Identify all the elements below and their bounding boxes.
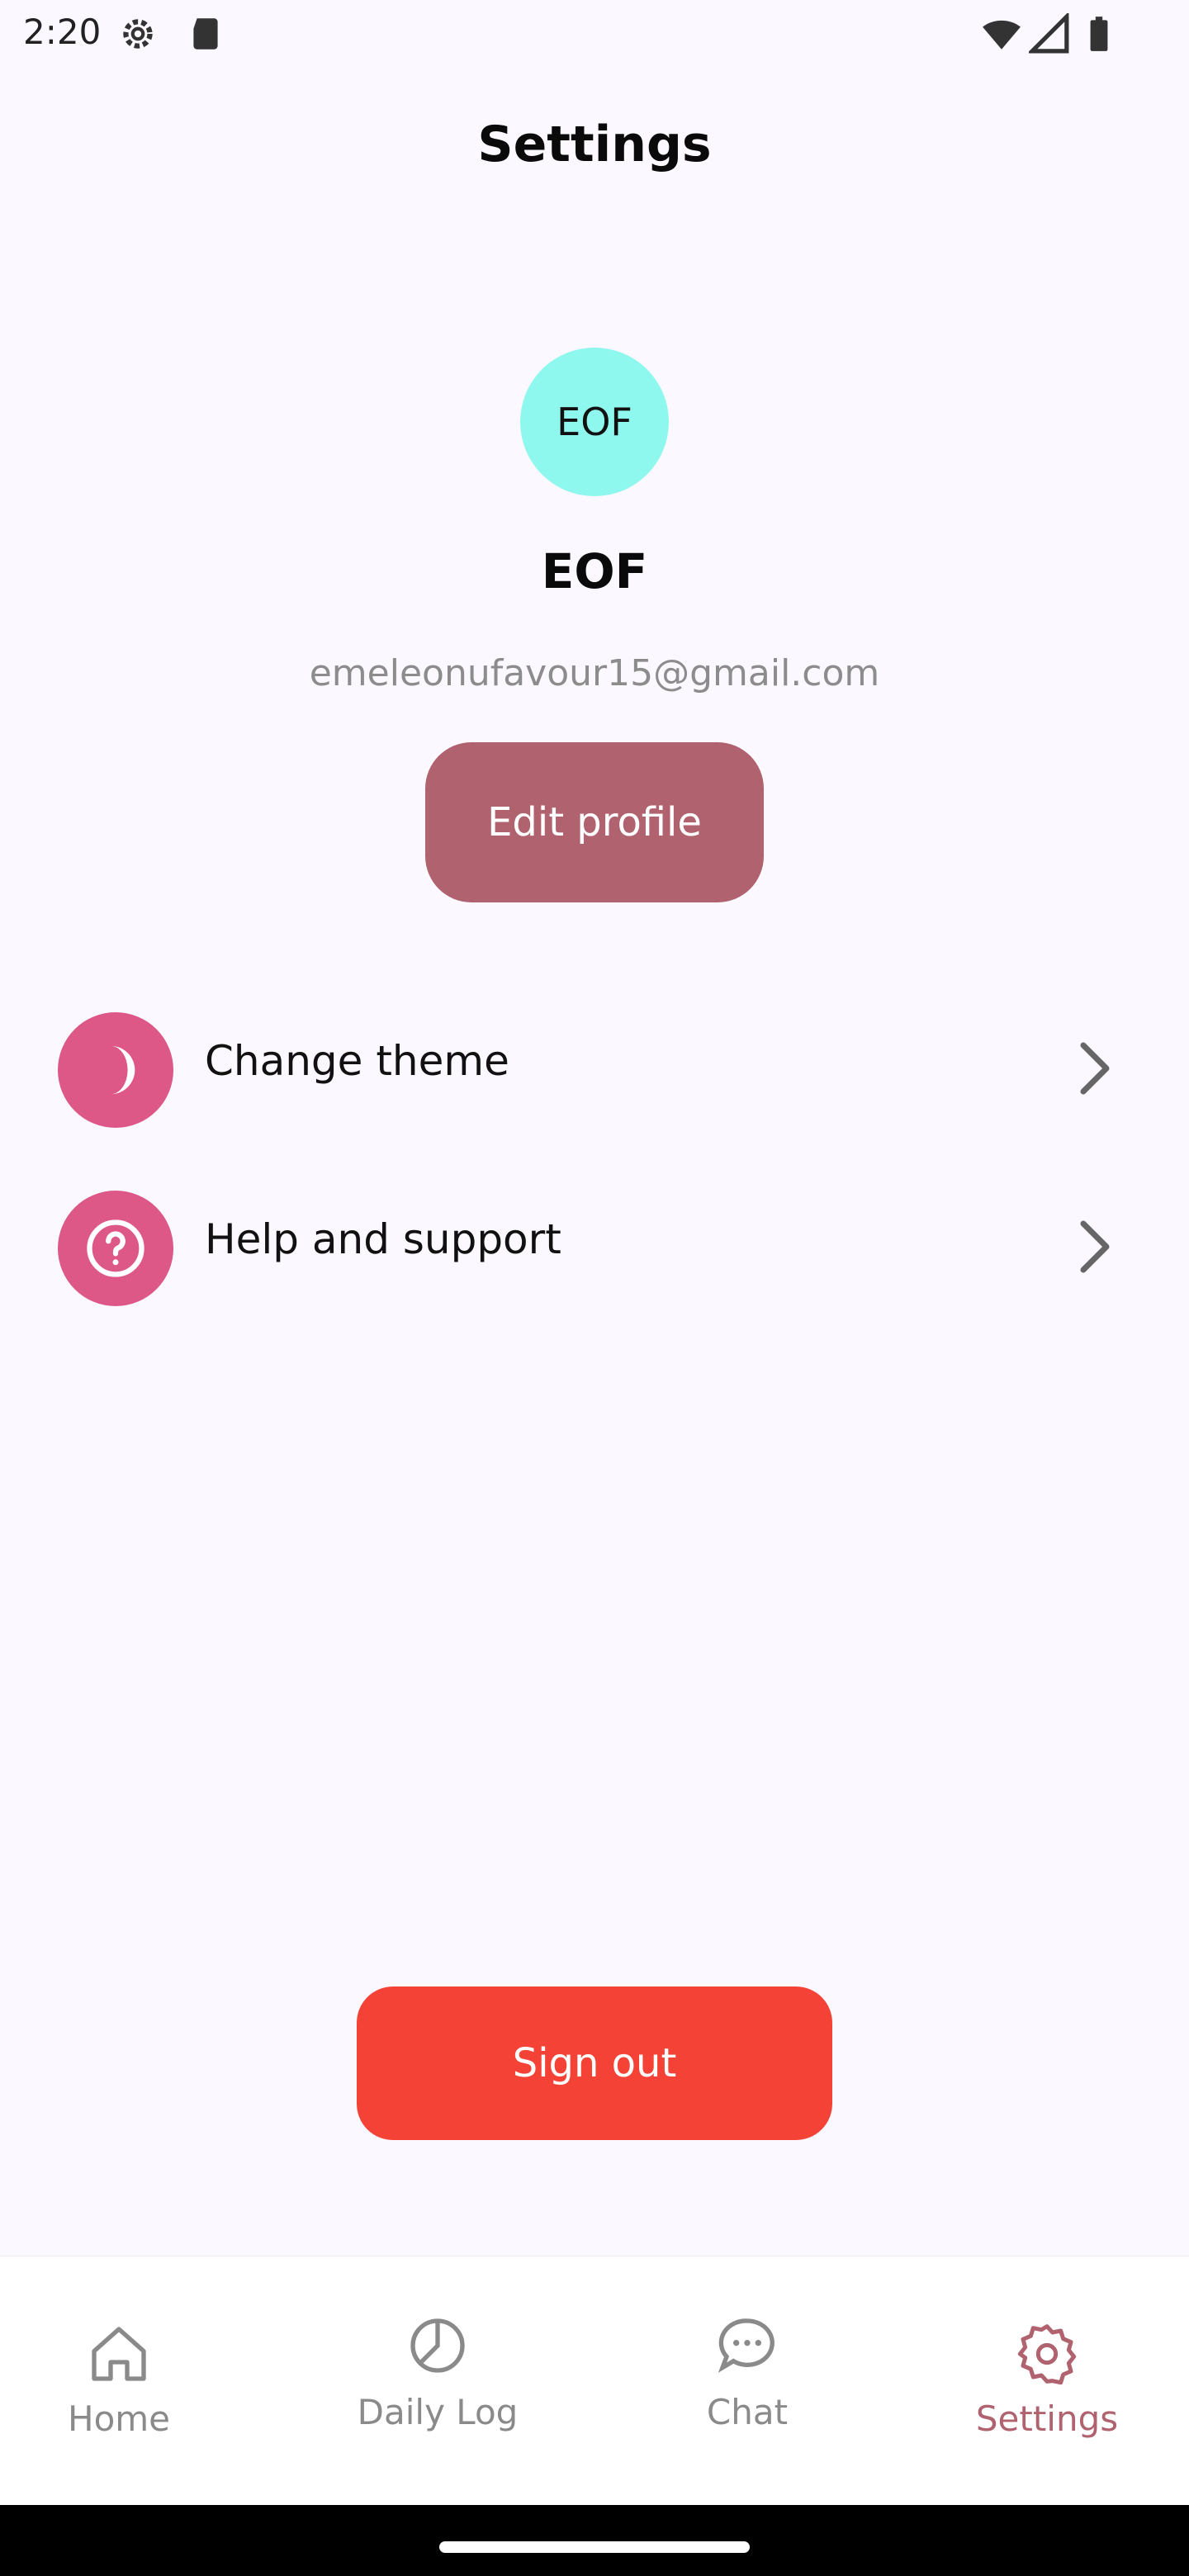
nav-item-daily-log[interactable]: Daily Log bbox=[314, 2256, 561, 2506]
avatar-initials: EOF bbox=[557, 400, 632, 444]
cell-signal-icon bbox=[1029, 13, 1069, 54]
pie-chart-icon bbox=[410, 2318, 465, 2373]
gesture-handle[interactable] bbox=[439, 2541, 750, 2553]
chat-icon bbox=[718, 2318, 775, 2373]
sign-out-button[interactable]: Sign out bbox=[357, 1986, 832, 2140]
bottom-nav: Home Daily Log Chat Settings bbox=[0, 2256, 1189, 2505]
moon-icon-svg bbox=[111, 1045, 135, 1095]
battery-icon bbox=[1090, 17, 1108, 51]
help-icon-svg bbox=[87, 1219, 144, 1277]
help-icon bbox=[58, 1191, 173, 1306]
settings-row-help-support[interactable]: Help and support bbox=[0, 1164, 1189, 1313]
settings-screen: 2:20 Settings EOF EOF emeleonufavour15@g… bbox=[0, 0, 1189, 2576]
status-time: 2:20 bbox=[23, 12, 102, 52]
nav-label-chat: Chat bbox=[706, 2392, 789, 2432]
nav-label-settings: Settings bbox=[975, 2398, 1119, 2439]
settings-gear-status-icon bbox=[123, 19, 153, 49]
profile-email: emeleonufavour15@gmail.com bbox=[309, 652, 880, 694]
avatar: EOF bbox=[520, 348, 669, 496]
nav-label-daily-log: Daily Log bbox=[357, 2392, 519, 2432]
gear-icon bbox=[1017, 2324, 1077, 2385]
profile-name: EOF bbox=[541, 543, 648, 599]
settings-row-label: Change theme bbox=[205, 1037, 509, 1085]
nav-item-settings[interactable]: Settings bbox=[923, 2256, 1171, 2506]
wifi-icon bbox=[983, 20, 1021, 50]
page-title: Settings bbox=[477, 116, 712, 173]
nav-item-chat[interactable]: Chat bbox=[623, 2256, 871, 2506]
nav-label-home: Home bbox=[67, 2398, 171, 2439]
home-icon bbox=[92, 2327, 146, 2381]
chevron-right-icon bbox=[1080, 1042, 1110, 1095]
settings-row-label: Help and support bbox=[205, 1215, 561, 1263]
gesture-navigation-bar bbox=[0, 2505, 1189, 2576]
sd-card-icon bbox=[193, 18, 218, 50]
moon-icon bbox=[58, 1012, 173, 1128]
status-bar: 2:20 bbox=[0, 0, 1189, 69]
chevron-right-icon bbox=[1080, 1220, 1110, 1273]
settings-row-change-theme[interactable]: Change theme bbox=[0, 986, 1189, 1134]
nav-item-home[interactable]: Home bbox=[0, 2256, 243, 2506]
edit-profile-button[interactable]: Edit profile bbox=[425, 742, 764, 902]
